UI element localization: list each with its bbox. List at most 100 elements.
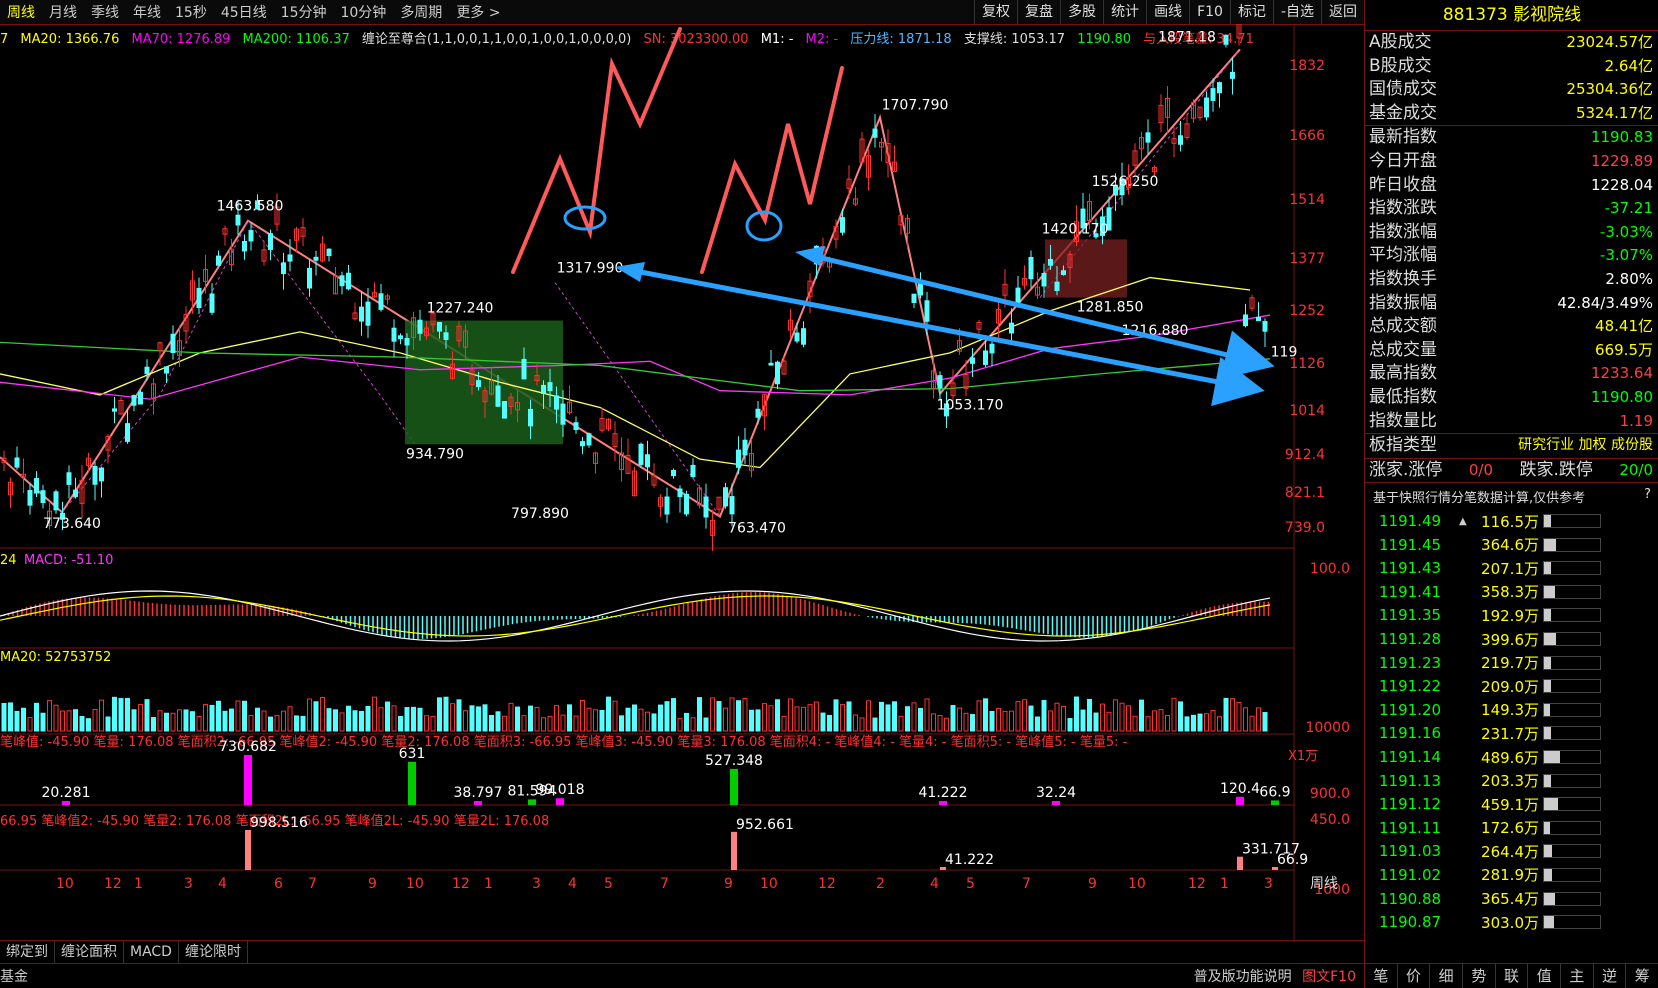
candle-body: [391, 327, 397, 342]
kline-chart[interactable]: 1832166615141377125211261014912.4821.173…: [0, 24, 1364, 940]
f10-link[interactable]: 图文F10: [1302, 969, 1356, 985]
volume-bar: [593, 709, 598, 732]
pivot-price-label: 1281.850: [1077, 300, 1144, 316]
period-tab[interactable]: 15分钟: [274, 2, 334, 22]
volume-bar: [1152, 710, 1157, 732]
tick-volume-bar: [1544, 727, 1551, 740]
bottom-tab[interactable]: MACD: [124, 941, 179, 963]
period-tab[interactable]: 15秒: [168, 2, 214, 22]
sidebar-tab[interactable]: 值: [1528, 964, 1562, 988]
bi-area-bar: [939, 801, 947, 805]
tool-button[interactable]: F10: [1189, 0, 1230, 24]
tick-price: 1191.13: [1379, 771, 1442, 790]
fund-label[interactable]: 基金: [0, 966, 28, 986]
period-tab[interactable]: 年线: [126, 2, 168, 22]
x-axis-label: 9: [1088, 876, 1097, 892]
volume-bar: [1, 702, 7, 732]
bottom-tab[interactable]: 缠论限时: [179, 941, 248, 963]
sidebar-tab[interactable]: 细: [1430, 964, 1464, 988]
bi-area-value: 527.348: [705, 753, 763, 769]
tool-button[interactable]: 画线: [1146, 0, 1189, 24]
candle-body: [287, 254, 293, 262]
stat-key: 昨日收盘: [1369, 174, 1437, 195]
price-axis-label: 1514: [1289, 192, 1325, 208]
volume-bar: [242, 700, 247, 732]
bottom-tab[interactable]: 绑定到: [0, 941, 55, 963]
stat-row: 总成交量 669.5万: [1365, 339, 1658, 363]
volume-bar: [40, 712, 46, 732]
sidebar-tab[interactable]: 主: [1561, 964, 1594, 988]
tool-button[interactable]: 复盘: [1017, 0, 1060, 24]
candle-body: [1178, 135, 1183, 145]
tick-bar-track: [1543, 679, 1601, 694]
stat-row: 今日开盘 1229.89: [1365, 150, 1658, 174]
candle-body: [775, 361, 780, 385]
stat-row: 最新指数 1190.83: [1365, 126, 1658, 150]
sidebar-tab[interactable]: 联: [1496, 964, 1529, 988]
bi1-axis-label: 900.0: [1310, 786, 1350, 802]
tick-bar-track: [1543, 537, 1601, 552]
tick-row: 1191.20 149.3万: [1365, 698, 1658, 722]
help-icon[interactable]: ?: [1644, 487, 1651, 502]
candle-body: [983, 350, 988, 365]
x-axis-label: 12: [1188, 876, 1206, 892]
period-tab[interactable]: 季线: [84, 2, 126, 22]
candle-body: [547, 382, 553, 392]
tool-button[interactable]: 返回: [1321, 0, 1364, 24]
candle-body: [1256, 316, 1261, 322]
help-link[interactable]: 普及版功能说明: [1194, 969, 1292, 985]
x-axis-label: 3: [184, 876, 193, 892]
volume-bar: [21, 707, 26, 732]
tick-bar-track: [1543, 867, 1601, 882]
sidebar-tab[interactable]: 势: [1463, 964, 1496, 988]
tick-row: 1191.41 358.3万: [1365, 580, 1658, 604]
tool-button[interactable]: 统计: [1103, 0, 1146, 24]
candle-body: [242, 240, 247, 252]
period-tab[interactable]: 周线: [0, 2, 42, 22]
candle-body: [794, 332, 800, 342]
bi-area-bar: [556, 798, 564, 805]
stat-key: 最新指数: [1369, 127, 1437, 148]
quote-sidebar: 881373 影视院线 A股成交 23024.57亿 B股成交 2.64亿 国债成交 25…: [1364, 0, 1658, 988]
tick-volume-bar: [1544, 916, 1554, 929]
volume-bar: [66, 710, 72, 732]
tool-button[interactable]: -自选: [1272, 0, 1321, 24]
volume-bar: [86, 718, 91, 732]
bottom-tab[interactable]: 缠论面积: [55, 941, 124, 963]
candle-body: [1223, 34, 1229, 45]
tick-volume: 365.4万: [1481, 890, 1539, 909]
volume-bar: [456, 699, 462, 732]
tool-button[interactable]: 标记: [1229, 0, 1273, 24]
volume-bar: [846, 701, 852, 732]
sidebar-tab[interactable]: 筹: [1626, 964, 1658, 988]
sidebar-tab[interactable]: 逆: [1594, 964, 1627, 988]
volume-bar: [177, 709, 182, 732]
volume-bar: [294, 715, 299, 732]
board-type-value[interactable]: 研究行业 加权 成份股: [1518, 434, 1653, 458]
volume-bar: [924, 698, 930, 732]
volume-bar: [300, 715, 306, 732]
candle-body: [528, 408, 533, 427]
bi-area-value: 32.24: [1036, 785, 1076, 801]
tick-row: 1191.45 364.6万: [1365, 533, 1658, 557]
tick-price: 1191.03: [1379, 842, 1442, 861]
period-tab[interactable]: 月线: [42, 2, 84, 22]
sidebar-tab[interactable]: 价: [1398, 964, 1431, 988]
x-axis-label: 4: [568, 876, 577, 892]
volume-bar: [1184, 716, 1190, 732]
candle-body: [586, 433, 592, 446]
tool-button[interactable]: 复权: [974, 0, 1017, 24]
volume-bar: [112, 696, 117, 732]
volume-bar: [658, 704, 663, 732]
pivot-price-label: 1227.240: [427, 300, 494, 316]
volume-bar: [541, 717, 546, 732]
volume-bar: [794, 706, 800, 732]
period-tab[interactable]: 更多 >: [449, 2, 507, 22]
tool-button[interactable]: 多股: [1060, 0, 1103, 24]
pivot-price-label: 1707.790: [882, 97, 949, 113]
sidebar-tab[interactable]: 笔: [1365, 964, 1398, 988]
candle-body: [671, 469, 676, 477]
period-tab[interactable]: 10分钟: [333, 2, 393, 22]
period-tab[interactable]: 多周期: [393, 2, 449, 22]
period-tab[interactable]: 45日线: [214, 2, 274, 22]
